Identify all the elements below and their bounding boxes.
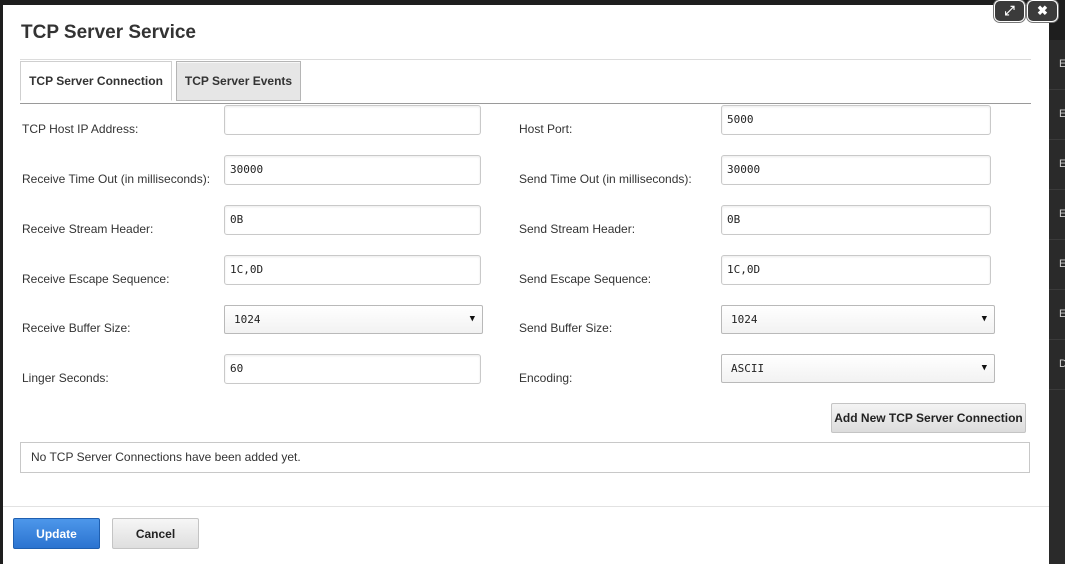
receive-escape-sequence-label: Receive Escape Sequence: <box>22 272 170 286</box>
tab-bar-divider <box>20 59 1031 60</box>
send-buffer-size-select[interactable]: 1024 ▼ <box>721 305 995 334</box>
encoding-select[interactable]: ASCII ▼ <box>721 354 995 383</box>
chevron-down-icon: ▼ <box>981 314 987 324</box>
receive-escape-sequence-input[interactable]: 1C,0D <box>224 255 481 285</box>
send-stream-header-input[interactable]: 0B <box>721 205 991 235</box>
cancel-button[interactable]: Cancel <box>112 518 199 549</box>
chevron-down-icon: ▼ <box>981 363 987 373</box>
background-row: E <box>1049 190 1065 240</box>
tcp-server-modal: ⤢ ✖ TCP Server Service TCP Server Connec… <box>3 0 1058 564</box>
background-row-text: E <box>1059 108 1065 120</box>
background-row-text: E <box>1059 208 1065 220</box>
connections-empty-message: No TCP Server Connections have been adde… <box>20 442 1030 473</box>
receive-stream-header-label: Receive Stream Header: <box>22 222 154 236</box>
send-buffer-size-label: Send Buffer Size: <box>519 321 613 335</box>
send-stream-header-label: Send Stream Header: <box>519 222 636 236</box>
linger-seconds-input[interactable]: 60 <box>224 354 481 384</box>
receive-timeout-label: Receive Time Out (in milliseconds): <box>22 172 211 186</box>
receive-timeout-input[interactable]: 30000 <box>224 155 481 185</box>
background-page: E E E E E E D <box>1049 40 1065 564</box>
receive-buffer-size-select[interactable]: 1024 ▼ <box>224 305 483 334</box>
background-row-text: E <box>1059 158 1065 170</box>
send-buffer-size-value: 1024 <box>731 313 758 326</box>
modal-title: TCP Server Service <box>21 22 196 43</box>
background-row: E <box>1049 140 1065 190</box>
encoding-value: ASCII <box>731 362 765 375</box>
linger-seconds-label: Linger Seconds: <box>22 371 109 385</box>
send-timeout-label: Send Time Out (in milliseconds): <box>519 172 692 186</box>
tab-bar: TCP Server Connection TCP Server Events <box>20 59 1031 104</box>
send-escape-sequence-label: Send Escape Sequence: <box>519 272 652 286</box>
expand-icon[interactable]: ⤢ <box>994 0 1025 22</box>
background-row-text: D <box>1059 358 1065 370</box>
send-timeout-input[interactable]: 30000 <box>721 155 991 185</box>
background-row-text: E <box>1059 258 1065 270</box>
tab-tcp-server-connection[interactable]: TCP Server Connection <box>20 61 172 101</box>
host-port-input[interactable]: 5000 <box>721 105 991 135</box>
close-icon[interactable]: ✖ <box>1027 0 1058 22</box>
host-port-label: Host Port: <box>519 122 573 136</box>
background-row: E <box>1049 40 1065 90</box>
background-row-text: E <box>1059 308 1065 320</box>
background-row-text: E <box>1059 58 1065 70</box>
tcp-host-ip-label: TCP Host IP Address: <box>22 122 139 136</box>
send-escape-sequence-input[interactable]: 1C,0D <box>721 255 991 285</box>
window-controls: ⤢ ✖ <box>994 0 1058 22</box>
tab-tcp-server-events[interactable]: TCP Server Events <box>176 61 301 101</box>
receive-buffer-size-value: 1024 <box>234 313 261 326</box>
background-row: D <box>1049 340 1065 390</box>
background-row: E <box>1049 90 1065 140</box>
update-button[interactable]: Update <box>13 518 100 549</box>
tcp-host-ip-input[interactable] <box>224 105 481 135</box>
background-row: E <box>1049 290 1065 340</box>
background-row: E <box>1049 240 1065 290</box>
encoding-label: Encoding: <box>519 371 573 385</box>
receive-stream-header-input[interactable]: 0B <box>224 205 481 235</box>
receive-buffer-size-label: Receive Buffer Size: <box>22 321 131 335</box>
chevron-down-icon: ▼ <box>469 314 475 324</box>
add-tcp-server-connection-button[interactable]: Add New TCP Server Connection <box>831 403 1026 433</box>
footer-divider <box>3 506 1049 507</box>
